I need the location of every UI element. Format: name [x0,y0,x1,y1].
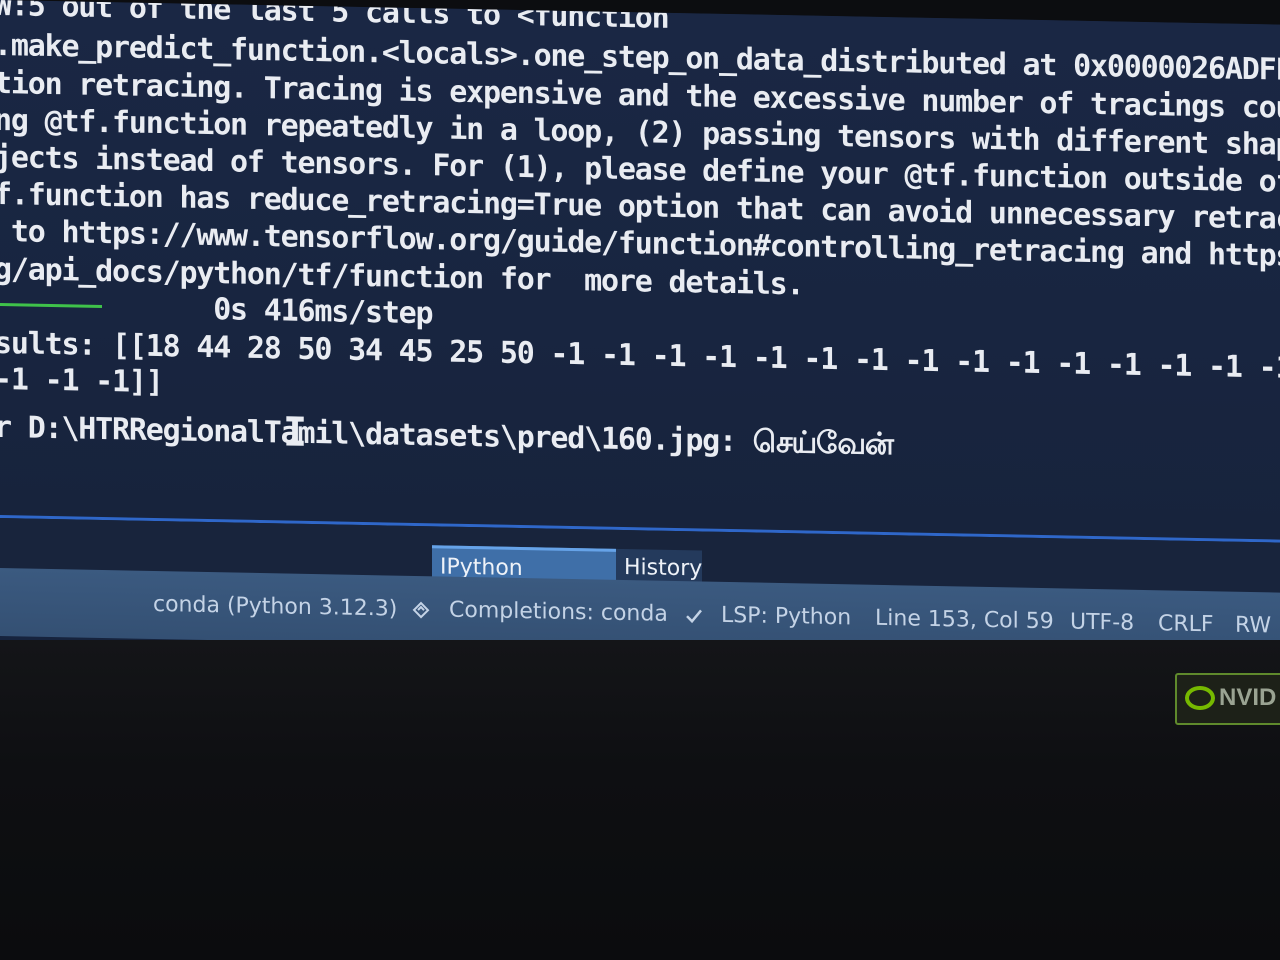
console-line: -1 -1 -1]] [0,361,163,401]
monitor-screen: W:5 out of the last 5 calls to <function… [0,0,1280,665]
nvidia-wordmark: NVID [1219,684,1277,711]
console-line: 0s 416ms/step [0,287,433,332]
status-lsp[interactable]: LSP: Python [721,600,851,634]
completions-icon [410,594,432,626]
status-mode: RW [1235,612,1272,639]
console-line: sults: [[18 44 28 50 34 45 25 50 -1 -1 -… [0,325,1280,386]
status-completions[interactable]: Completions: conda [449,595,668,631]
monitor-bezel [0,640,1280,960]
nvidia-logo [1185,686,1215,710]
text-cursor-icon: I [283,409,308,456]
ipython-console-output[interactable]: W:5 out of the last 5 calls to <function… [0,0,1280,540]
status-encoding: UTF-8 [1070,609,1135,636]
status-env[interactable]: conda (Python 3.12.3) [153,589,397,626]
nvidia-sticker: NVID [1175,673,1280,725]
status-cursor-position: Line 153, Col 59 [875,605,1054,635]
console-line-prediction: r D:\HTRRegionalTamil\datasets\pred\160.… [0,409,893,463]
checkmark-icon [683,599,705,631]
status-eol: CRLF [1158,611,1214,638]
